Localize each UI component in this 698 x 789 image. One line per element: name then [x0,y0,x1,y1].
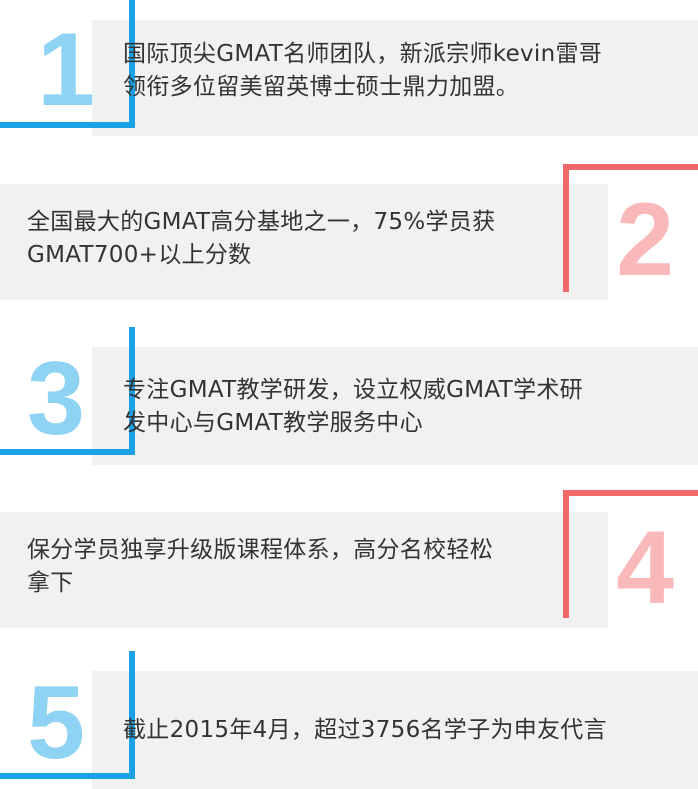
feature-text-line: 截止2015年4月，超过3756名学子为申友代言 [123,717,607,743]
feature-number: 2 [616,182,674,298]
feature-item-1: 1 国际顶尖GMAT名师团队，新派宗师kevin雷哥 领衔多位留美留英博士硕士鼎… [0,0,698,140]
feature-text-line: GMAT700+以上分数 [27,242,252,268]
feature-text-line: 专注GMAT教学研发，设立权威GMAT学术研 [123,377,583,403]
feature-text: 全国最大的GMAT高分基地之一，75%学员获 GMAT700+以上分数 [27,206,495,272]
feature-number: 1 [37,12,95,128]
feature-item-5: 5 截止2015年4月，超过3756名学子为申友代言 [0,651,698,789]
feature-text-line: 国际顶尖GMAT名师团队，新派宗师kevin雷哥 [123,41,603,67]
feature-text-line: 保分学员独享升级版课程体系，高分名校轻松 [27,537,493,563]
feature-number: 3 [27,341,85,457]
feature-text: 截止2015年4月，超过3756名学子为申友代言 [123,714,607,747]
feature-item-4: 4 保分学员独享升级版课程体系，高分名校轻松 拿下 [0,488,698,638]
feature-text: 专注GMAT教学研发，设立权威GMAT学术研 发中心与GMAT教学服务中心 [123,374,583,440]
feature-item-2: 2 全国最大的GMAT高分基地之一，75%学员获 GMAT700+以上分数 [0,160,698,310]
feature-number: 5 [27,665,85,781]
feature-text-line: 领衔多位留美留英博士硕士鼎力加盟。 [123,74,520,100]
feature-text-line: 全国最大的GMAT高分基地之一，75%学员获 [27,209,496,235]
feature-text: 保分学员独享升级版课程体系，高分名校轻松 拿下 [27,534,493,600]
feature-text: 国际顶尖GMAT名师团队，新派宗师kevin雷哥 领衔多位留美留英博士硕士鼎力加… [123,38,602,104]
feature-text-line: 发中心与GMAT教学服务中心 [123,410,423,436]
feature-number: 4 [616,510,674,626]
feature-text-line: 拿下 [27,570,74,596]
feature-item-3: 3 专注GMAT教学研发，设立权威GMAT学术研 发中心与GMAT教学服务中心 [0,327,698,477]
